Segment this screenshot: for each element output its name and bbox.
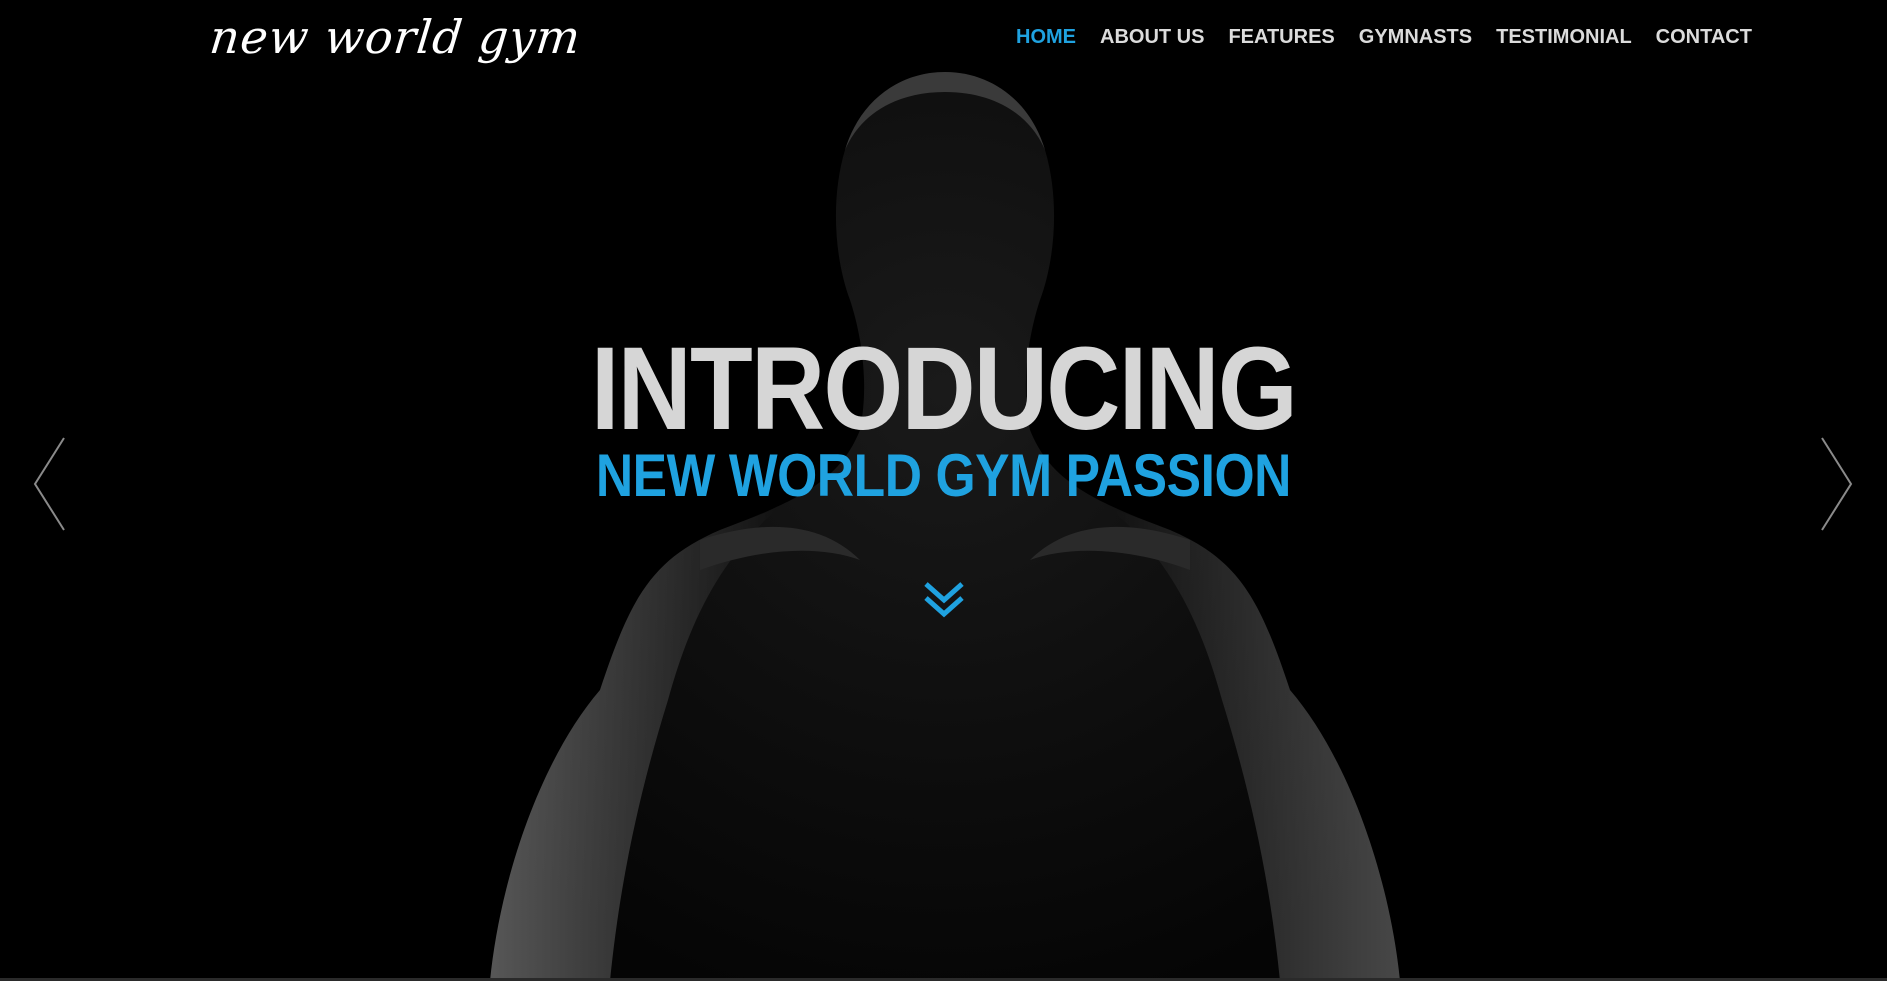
- chevron-right-icon[interactable]: [1818, 436, 1854, 532]
- main-nav: HOME ABOUT US FEATURES GYMNASTS TESTIMON…: [1004, 22, 1764, 53]
- hero-subheadline: NEW WORLD GYM PASSION: [595, 442, 1292, 509]
- nav-item-contact[interactable]: CONTACT: [1644, 22, 1764, 53]
- nav-item-features[interactable]: FEATURES: [1216, 22, 1346, 53]
- hero-section: new world gym HOME ABOUT US FEATURES GYM…: [0, 0, 1887, 981]
- double-chevron-down-icon[interactable]: [922, 580, 966, 620]
- chevron-left-icon[interactable]: [32, 436, 68, 532]
- site-logo[interactable]: new world gym: [207, 10, 583, 65]
- nav-item-testimonial[interactable]: TESTIMONIAL: [1484, 22, 1644, 53]
- nav-item-home[interactable]: HOME: [1004, 22, 1088, 53]
- nav-item-gymnasts[interactable]: GYMNASTS: [1347, 22, 1484, 53]
- nav-item-about-us[interactable]: ABOUT US: [1088, 22, 1216, 53]
- hero-headline: INTRODUCING: [590, 323, 1298, 455]
